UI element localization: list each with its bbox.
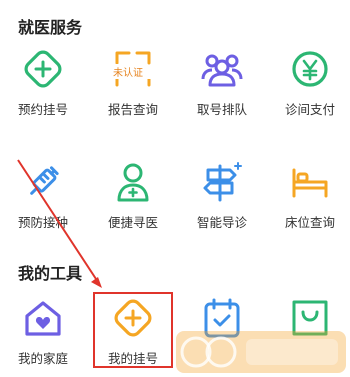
vaccination-item[interactable]: 预防接种 [3,160,83,231]
medical-services-title: 就医服务 [18,18,83,37]
my-tools-title: 我的工具 [18,264,83,283]
bed-icon [292,168,328,198]
report-query-item[interactable]: 未认证 报告查询 [93,47,173,118]
yuan-payment-icon [292,51,328,87]
bed-query-item[interactable]: 床位查询 [270,160,350,231]
queue-number-item[interactable]: 取号排队 [182,47,262,118]
highlight-box [93,292,173,368]
queue-number-label: 取号排队 [196,102,247,117]
my-family-item[interactable]: 我的家庭 [3,296,83,367]
vaccination-label: 预防接种 [17,215,68,230]
smart-triage-label: 智能导诊 [196,215,247,230]
find-doctor-label: 便捷寻医 [107,215,158,230]
clinic-payment-item[interactable]: 诊间支付 [270,47,350,118]
appointment-registration-item[interactable]: 预约挂号 [3,47,83,118]
bed-query-label: 床位查询 [284,215,335,230]
syringe-icon [30,166,59,195]
signpost-icon [203,162,242,202]
report-query-label: 报告查询 [107,102,158,117]
smart-triage-item[interactable]: 智能导诊 [182,160,262,231]
find-doctor-item[interactable]: 便捷寻医 [93,160,173,231]
my-family-label: 我的家庭 [17,351,68,366]
clinic-payment-label: 诊间支付 [284,102,335,117]
watermark-logo [176,331,346,373]
unverified-badge: 未认证 [113,64,143,79]
doctor-icon [117,163,149,202]
home-heart-icon [25,301,61,336]
queue-people-icon [201,54,243,87]
plus-diamond-icon [24,50,62,88]
appointment-registration-label: 预约挂号 [17,102,68,117]
